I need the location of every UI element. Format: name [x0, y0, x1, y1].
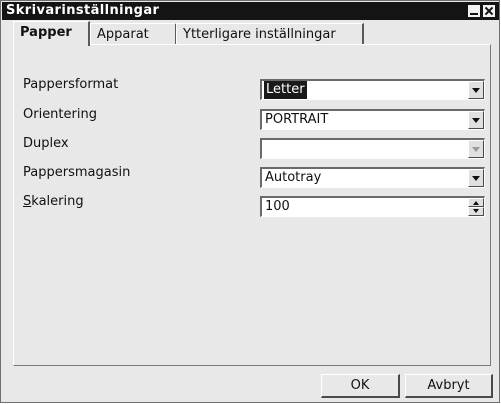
- paper-tray-value: Autotray: [265, 170, 322, 185]
- spin-up-icon[interactable]: [468, 198, 484, 207]
- window-title: Skrivarinställningar: [6, 3, 160, 18]
- spin-down-icon[interactable]: [468, 207, 484, 216]
- tab-papper[interactable]: Papper: [13, 21, 90, 46]
- spin-buttons[interactable]: [468, 198, 484, 216]
- scaling-label-rest: kalering: [31, 194, 84, 209]
- chevron-down-icon[interactable]: [468, 140, 484, 158]
- printer-settings-dialog: Skrivarinställningar Papper Apparat Ytte…: [0, 0, 500, 403]
- orientation-value: PORTRAIT: [265, 112, 329, 127]
- orientation-dropdown[interactable]: PORTRAIT: [260, 109, 485, 130]
- scaling-value[interactable]: 100: [265, 198, 290, 216]
- chevron-down-icon[interactable]: [468, 111, 484, 129]
- chevron-down-icon[interactable]: [468, 169, 484, 187]
- chevron-down-icon[interactable]: [468, 81, 484, 99]
- cancel-button[interactable]: Avbryt: [405, 374, 493, 398]
- paper-tray-dropdown[interactable]: Autotray: [260, 167, 485, 188]
- scaling-spinbox[interactable]: 100: [260, 196, 485, 217]
- minimize-icon[interactable]: [468, 5, 480, 17]
- tab-apparat[interactable]: Apparat: [90, 23, 177, 45]
- title-bar[interactable]: Skrivarinställningar: [2, 2, 499, 20]
- paper-format-dropdown[interactable]: Letter: [260, 79, 485, 100]
- tab-additional-settings[interactable]: Ytterligare inställningar: [176, 23, 364, 45]
- scaling-label: Skalering: [23, 194, 84, 209]
- close-icon[interactable]: [483, 5, 495, 17]
- paper-tray-label: Pappersmagasin: [23, 165, 131, 180]
- paper-format-label: Pappersformat: [23, 77, 119, 92]
- duplex-label: Duplex: [23, 136, 69, 151]
- duplex-dropdown[interactable]: [260, 138, 485, 159]
- orientation-label: Orientering: [23, 107, 97, 122]
- ok-button[interactable]: OK: [321, 374, 400, 398]
- paper-format-value: Letter: [264, 81, 307, 99]
